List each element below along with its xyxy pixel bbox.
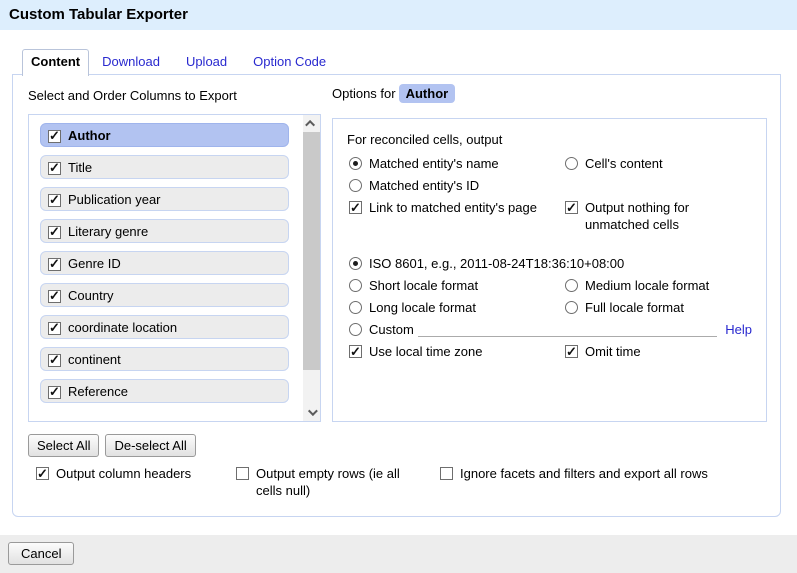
chevron-up-icon bbox=[305, 120, 315, 130]
column-checkbox-coordinate-location[interactable] bbox=[48, 322, 61, 335]
radio-icon[interactable] bbox=[349, 301, 362, 314]
checkbox-icon[interactable] bbox=[236, 467, 249, 480]
radio-short-locale-format[interactable]: Short locale format bbox=[347, 277, 563, 299]
checkbox-ignore-facets-and-filters[interactable]: Ignore facets and filters and export all… bbox=[438, 465, 708, 499]
reconciled-heading: For reconciled cells, output bbox=[347, 132, 752, 147]
column-item-label: Country bbox=[68, 288, 114, 303]
column-checkbox-genre-id[interactable] bbox=[48, 258, 61, 271]
tab-option-code[interactable]: Option Code bbox=[240, 49, 339, 75]
radio-iso-8601[interactable]: ISO 8601, e.g., 2011-08-24T18:36:10+08:0… bbox=[347, 255, 752, 277]
checkbox-icon[interactable] bbox=[349, 201, 362, 214]
content-tab-panel: Select and Order Columns to Export Optio… bbox=[12, 74, 781, 517]
reconciled-options: Matched entity's name Cell's content Mat… bbox=[347, 155, 752, 233]
tab-upload[interactable]: Upload bbox=[173, 49, 240, 75]
column-checkbox-publication-year[interactable] bbox=[48, 194, 61, 207]
radio-icon[interactable] bbox=[349, 179, 362, 192]
scrollbar-thumb[interactable] bbox=[303, 132, 320, 370]
radio-icon[interactable] bbox=[565, 301, 578, 314]
column-checkbox-reference[interactable] bbox=[48, 386, 61, 399]
column-item-publication-year[interactable]: Publication year bbox=[40, 187, 289, 211]
cancel-button[interactable]: Cancel bbox=[8, 542, 74, 565]
checkbox-icon[interactable] bbox=[36, 467, 49, 480]
columns-heading: Select and Order Columns to Export bbox=[28, 88, 237, 103]
custom-date-format-row: Custom Help bbox=[347, 321, 752, 343]
radio-cells-content[interactable]: Cell's content bbox=[563, 155, 752, 177]
column-checkbox-title[interactable] bbox=[48, 162, 61, 175]
dialog-title: Custom Tabular Exporter bbox=[0, 0, 797, 30]
tab-download[interactable]: Download bbox=[89, 49, 173, 75]
chevron-down-icon bbox=[308, 406, 318, 416]
column-item-country[interactable]: Country bbox=[40, 283, 289, 307]
radio-icon[interactable] bbox=[565, 279, 578, 292]
help-link[interactable]: Help bbox=[725, 321, 752, 338]
column-checkbox-country[interactable] bbox=[48, 290, 61, 303]
options-heading: Options forAuthor bbox=[332, 86, 455, 101]
scroll-up-button[interactable] bbox=[303, 115, 320, 132]
column-item-label: Reference bbox=[68, 384, 128, 399]
select-all-button[interactable]: Select All bbox=[28, 434, 99, 457]
tab-content[interactable]: Content bbox=[22, 49, 89, 76]
column-item-title[interactable]: Title bbox=[40, 155, 289, 179]
selected-column-badge: Author bbox=[399, 84, 456, 103]
checkbox-output-column-headers[interactable]: Output column headers bbox=[34, 465, 234, 499]
column-item-author[interactable]: Author bbox=[40, 123, 289, 147]
column-item-label: continent bbox=[68, 352, 121, 367]
radio-matched-entity-name[interactable]: Matched entity's name bbox=[347, 155, 563, 177]
checkbox-use-local-time-zone[interactable]: Use local time zone bbox=[347, 343, 563, 365]
radio-matched-entity-id[interactable]: Matched entity's ID bbox=[347, 177, 563, 199]
column-item-label: Publication year bbox=[68, 192, 161, 207]
radio-icon[interactable] bbox=[349, 279, 362, 292]
checkbox-output-nothing-unmatched[interactable]: Output nothing for unmatched cells bbox=[563, 199, 752, 233]
scroll-down-button[interactable] bbox=[303, 404, 320, 421]
column-item-literary-genre[interactable]: Literary genre bbox=[40, 219, 289, 243]
column-item-label: Author bbox=[68, 128, 111, 143]
checkbox-output-empty-rows[interactable]: Output empty rows (ie all cells null) bbox=[234, 465, 438, 499]
checkbox-icon[interactable] bbox=[565, 345, 578, 358]
column-checkbox-continent[interactable] bbox=[48, 354, 61, 367]
checkbox-icon[interactable] bbox=[565, 201, 578, 214]
column-item-continent[interactable]: continent bbox=[40, 347, 289, 371]
column-options-box: For reconciled cells, output Matched ent… bbox=[332, 118, 767, 422]
column-item-label: Literary genre bbox=[68, 224, 148, 239]
column-checkbox-literary-genre[interactable] bbox=[48, 226, 61, 239]
column-list-scrollbar[interactable] bbox=[303, 115, 320, 421]
checkbox-omit-time[interactable]: Omit time bbox=[563, 343, 752, 365]
radio-medium-locale-format[interactable]: Medium locale format bbox=[563, 277, 752, 299]
dialog-footer: Cancel bbox=[0, 535, 797, 573]
radio-icon[interactable] bbox=[349, 257, 362, 270]
radio-custom[interactable]: Custom bbox=[347, 321, 414, 338]
column-item-label: coordinate location bbox=[68, 320, 177, 335]
radio-icon[interactable] bbox=[565, 157, 578, 170]
column-checkbox-author[interactable] bbox=[48, 130, 61, 143]
deselect-all-button[interactable]: De-select All bbox=[105, 434, 195, 457]
date-format-options: ISO 8601, e.g., 2011-08-24T18:36:10+08:0… bbox=[347, 255, 752, 365]
options-heading-prefix: Options for bbox=[332, 86, 396, 101]
list-buttons: Select All De-select All bbox=[28, 434, 196, 457]
column-list-items: Author Title Publication year Literary g… bbox=[29, 115, 303, 421]
radio-icon[interactable] bbox=[349, 157, 362, 170]
tab-bar: Content Download Upload Option Code bbox=[22, 49, 339, 75]
checkbox-link-to-matched-entity-page[interactable]: Link to matched entity's page bbox=[347, 199, 563, 233]
row-output-options: Output column headers Output empty rows … bbox=[34, 465, 708, 499]
column-item-reference[interactable]: Reference bbox=[40, 379, 289, 403]
radio-full-locale-format[interactable]: Full locale format bbox=[563, 299, 752, 321]
column-list: Author Title Publication year Literary g… bbox=[28, 114, 321, 422]
radio-icon[interactable] bbox=[349, 323, 362, 336]
column-item-label: Genre ID bbox=[68, 256, 121, 271]
checkbox-icon[interactable] bbox=[349, 345, 362, 358]
column-item-label: Title bbox=[68, 160, 92, 175]
column-item-coordinate-location[interactable]: coordinate location bbox=[40, 315, 289, 339]
radio-long-locale-format[interactable]: Long locale format bbox=[347, 299, 563, 321]
custom-date-format-input[interactable] bbox=[418, 321, 717, 337]
column-item-genre-id[interactable]: Genre ID bbox=[40, 251, 289, 275]
checkbox-icon[interactable] bbox=[440, 467, 453, 480]
